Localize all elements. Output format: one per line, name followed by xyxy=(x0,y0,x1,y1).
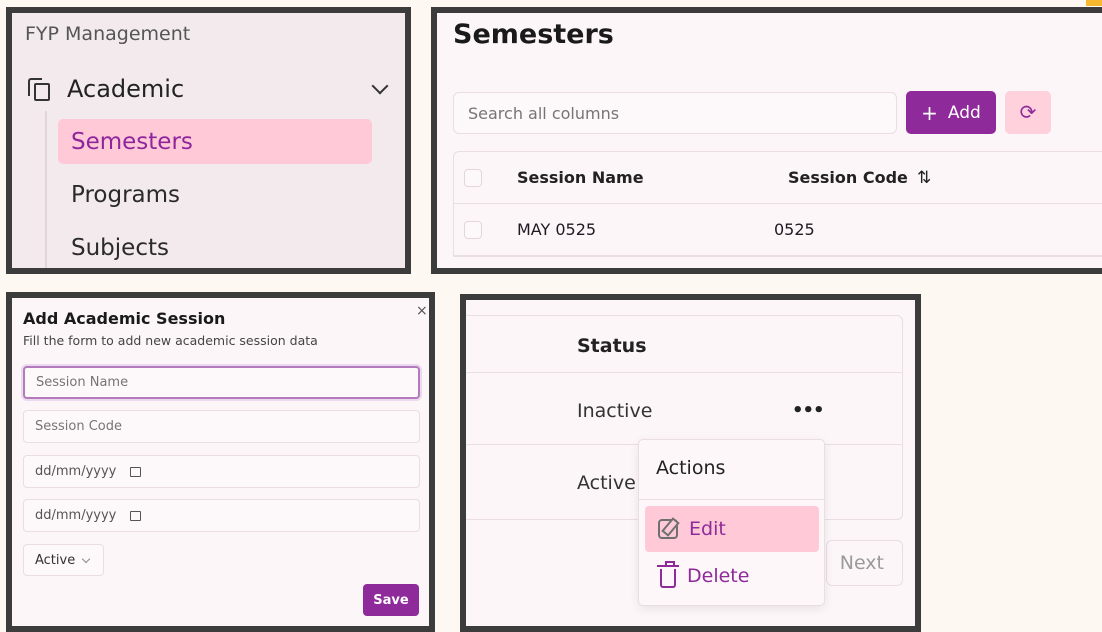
add-button[interactable]: + Add xyxy=(906,91,996,134)
save-button[interactable]: Save xyxy=(363,584,419,616)
calendar-icon[interactable] xyxy=(130,510,142,521)
dialog-title: Add Academic Session xyxy=(23,309,226,328)
refresh-button[interactable]: ⟳ xyxy=(1005,91,1051,134)
sidebar-item-semesters[interactable]: Semesters xyxy=(58,119,372,164)
column-header-session-code[interactable]: Session Code xyxy=(788,168,908,187)
table-header-row: Session Name Session Code ⇅ xyxy=(454,152,1102,204)
sidebar-item-programs[interactable]: Programs xyxy=(58,172,372,217)
refresh-icon: ⟳ xyxy=(1019,102,1037,124)
chevron-down-icon xyxy=(371,77,389,95)
status-select[interactable]: Active xyxy=(23,544,104,576)
status-cell: Active xyxy=(577,472,636,494)
sidebar-item-label: Subjects xyxy=(71,234,169,261)
corner-accent xyxy=(1086,0,1102,6)
column-header-session-name[interactable]: Session Name xyxy=(517,168,644,187)
start-date-placeholder: dd/mm/yyyy xyxy=(35,464,117,479)
menu-divider xyxy=(639,499,824,500)
actions-menu-title: Actions xyxy=(656,457,726,479)
menu-item-label: Delete xyxy=(687,565,750,587)
add-session-dialog: Add Academic Session × Fill the form to … xyxy=(6,292,435,632)
dialog-subtitle: Fill the form to add new academic sessio… xyxy=(23,333,318,348)
start-date-field[interactable]: dd/mm/yyyy xyxy=(23,455,420,488)
session-code-field[interactable] xyxy=(23,410,420,443)
add-button-label: Add xyxy=(947,102,981,123)
next-page-button[interactable]: Next xyxy=(826,540,903,586)
actions-menu: Actions Edit Delete xyxy=(638,439,825,606)
cell-session-code: 0525 xyxy=(774,220,815,239)
sidebar-panel: FYP Management Academic Semesters Progra… xyxy=(6,7,411,274)
semesters-table: Session Name Session Code ⇅ MAY 0525 052… xyxy=(453,151,1102,257)
end-date-placeholder: dd/mm/yyyy xyxy=(35,508,117,523)
select-all-checkbox[interactable] xyxy=(464,168,482,187)
close-icon[interactable]: × xyxy=(416,303,428,319)
menu-item-delete[interactable]: Delete xyxy=(645,553,819,599)
menu-item-label: Edit xyxy=(689,518,726,540)
search-input[interactable] xyxy=(453,92,897,134)
session-name-field[interactable] xyxy=(23,366,420,399)
table-row[interactable]: MAY 0525 0525 xyxy=(454,204,1102,256)
copy-icon xyxy=(26,76,52,102)
menu-item-edit[interactable]: Edit xyxy=(645,506,819,552)
column-header-status: Status xyxy=(577,335,647,357)
calendar-icon[interactable] xyxy=(130,466,142,477)
status-actions-panel: Status Inactive ••• Active Next Actions … xyxy=(460,294,921,632)
sidebar-tree-line xyxy=(45,111,47,268)
sidebar-group-academic[interactable]: Academic xyxy=(26,71,396,107)
row-actions-button[interactable]: ••• xyxy=(792,400,825,421)
row-checkbox[interactable] xyxy=(464,220,482,239)
sort-icon[interactable]: ⇅ xyxy=(917,168,931,188)
brand-title: FYP Management xyxy=(25,23,191,45)
status-cell: Inactive xyxy=(577,400,653,422)
row-divider xyxy=(466,372,903,373)
plus-icon: + xyxy=(921,100,938,125)
page-title: Semesters xyxy=(453,19,614,50)
cell-session-name: MAY 0525 xyxy=(517,220,597,239)
trash-icon xyxy=(657,560,679,588)
sidebar-item-label: Programs xyxy=(71,181,181,208)
edit-icon xyxy=(658,519,678,539)
chevron-down-icon xyxy=(81,554,91,563)
sidebar-group-label: Academic xyxy=(67,75,185,103)
end-date-field[interactable]: dd/mm/yyyy xyxy=(23,499,420,532)
sidebar-item-subjects[interactable]: Subjects xyxy=(58,225,372,268)
semesters-panel: Semesters + Add ⟳ Session Name Session C… xyxy=(431,7,1102,274)
status-select-value: Active xyxy=(35,552,76,568)
sidebar-item-label: Semesters xyxy=(71,128,193,155)
